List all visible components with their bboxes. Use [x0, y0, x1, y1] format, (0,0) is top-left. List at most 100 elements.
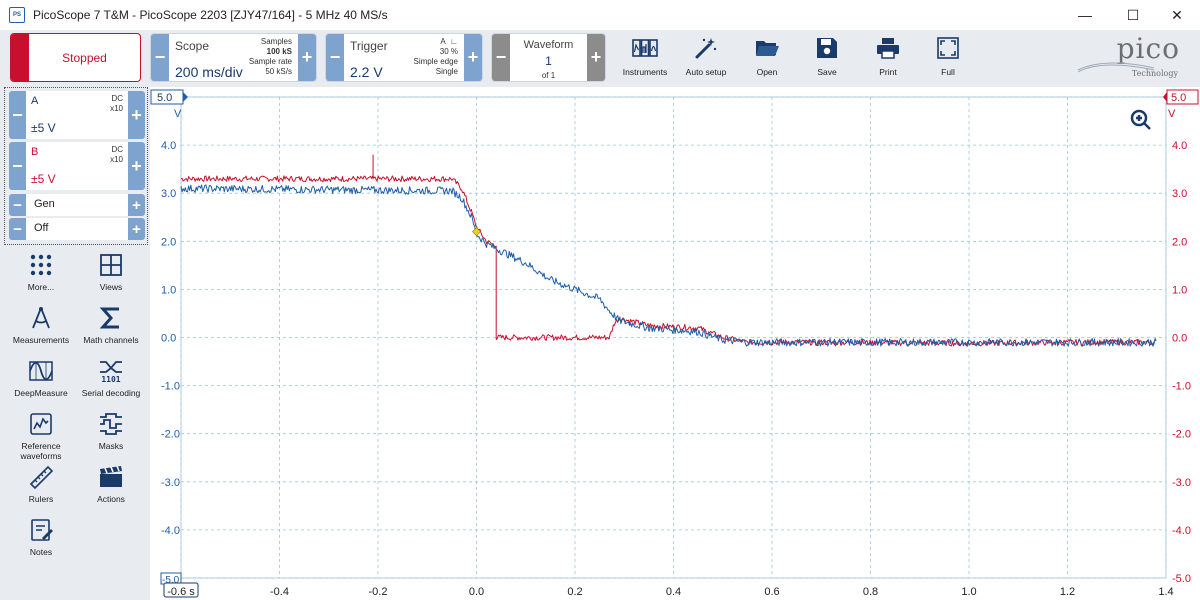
x-axis-tick-label: 0.2 [567, 586, 582, 598]
maximize-icon[interactable]: ☐ [1110, 0, 1156, 30]
generator-decrease-button[interactable]: − [9, 194, 26, 216]
folder-icon [756, 41, 779, 56]
timebase-increase-button[interactable]: + [298, 34, 316, 81]
waveform-label: Waveform [523, 39, 574, 51]
left-axis-tick-label: -3.0 [161, 477, 180, 489]
generator-state[interactable]: Off [34, 222, 48, 234]
waveform-number: 1 [545, 54, 552, 68]
open-label: Open [756, 67, 778, 77]
x-axis-tick-label: 0.4 [666, 586, 681, 598]
waveform-next-button[interactable]: + [587, 34, 605, 81]
generator-label[interactable]: Gen [34, 198, 55, 210]
channel-b-decrease-button[interactable]: − [9, 142, 26, 190]
timebase-value[interactable]: 200 ms/div [175, 64, 243, 80]
right-axis-tick-label: -4.0 [1172, 525, 1191, 537]
channel-b-trace [180, 175, 1157, 347]
toolbar: Stopped − Scope 200 ms/div Samples 100 k… [0, 30, 1200, 87]
channel-b-coupling: DC [111, 145, 123, 154]
left-axis-unit: V [174, 108, 182, 120]
instruments-label: Instruments [622, 67, 668, 77]
run-stop-button[interactable]: Stopped [10, 33, 141, 82]
right-axis-tick-label: 2.0 [1172, 236, 1187, 248]
full-screen-button[interactable]: Full [918, 33, 978, 83]
generator-state-increase-button[interactable]: + [128, 218, 145, 240]
serial-decoding-label: Serial decoding [81, 388, 141, 398]
more-label: More... [27, 282, 55, 292]
deepmeasure-icon [29, 361, 53, 381]
trigger-increase-button[interactable]: + [464, 34, 482, 81]
channel-a-control: − A DC x10 ±5 V + [9, 91, 145, 139]
sample-rate-value: 50 kS/s [265, 67, 292, 76]
sample-rate-label: Sample rate [248, 57, 292, 66]
generator-state-decrease-button[interactable]: − [9, 218, 26, 240]
scope-timebase-control: − Scope 200 ms/div Samples 100 kS Sample… [150, 33, 317, 82]
measurements-button[interactable]: Measurements [6, 305, 76, 357]
channel-a-name[interactable]: A [31, 95, 38, 107]
left-axis-tick-label: 2.0 [161, 236, 176, 248]
actions-button[interactable]: Actions [76, 464, 146, 516]
channel-b-name[interactable]: B [31, 146, 38, 158]
masks-icon [100, 413, 122, 435]
reference-waveforms-button[interactable]: Reference waveforms [6, 411, 76, 463]
trigger-level-value[interactable]: 2.2 V [350, 64, 383, 80]
waveform-count: of 1 [541, 71, 556, 80]
app-logo-icon: PS [9, 7, 25, 23]
measurements-icon [32, 307, 50, 329]
views-button[interactable]: Views [76, 252, 146, 304]
x-axis-tick-label: 1.4 [1158, 586, 1173, 598]
x-axis-tick-label: -0.2 [369, 586, 388, 598]
trigger-decrease-button[interactable]: − [326, 34, 344, 81]
oscilloscope-plot[interactable]: 4.0 3.0 2.0 1.0 0.0 -1.0 -2.0 -3.0 -4.0 4.0 3.0 2.0… [150, 87, 1200, 600]
open-button[interactable]: Open [737, 33, 797, 83]
generator-state-control: − Off + [9, 218, 145, 240]
channel-a-decrease-button[interactable]: − [9, 91, 26, 139]
samples-value[interactable]: 100 kS [267, 47, 292, 56]
save-label: Save [817, 67, 837, 77]
serial-decoding-button[interactable]: 1101 Serial decoding [76, 358, 146, 410]
auto-setup-button[interactable]: Auto setup [676, 33, 736, 83]
channel-a-coupling: DC [111, 94, 123, 103]
trigger-mode[interactable]: Single [414, 67, 458, 77]
math-channels-button[interactable]: Math channels [76, 305, 146, 357]
more-dots-icon [30, 254, 52, 276]
channel-a-probe: x10 [110, 104, 123, 113]
rulers-label: Rulers [28, 494, 54, 504]
notes-icon [31, 519, 53, 541]
more-button[interactable]: More... [6, 252, 76, 304]
samples-label: Samples [260, 37, 292, 46]
minimize-icon[interactable]: — [1062, 0, 1108, 30]
trigger-type[interactable]: Simple edge [414, 57, 458, 67]
left-axis-tick-label: -4.0 [161, 525, 180, 537]
channel-a-increase-button[interactable]: + [128, 91, 145, 139]
generator-control: − Gen + [9, 194, 145, 216]
left-axis-tick-label: -2.0 [161, 429, 180, 441]
masks-button[interactable]: Masks [76, 411, 146, 463]
channel-b-increase-button[interactable]: + [128, 142, 145, 190]
timebase-decrease-button[interactable]: − [151, 34, 169, 81]
generator-increase-button[interactable]: + [128, 194, 145, 216]
channel-b-probe: x10 [110, 155, 123, 164]
rulers-button[interactable]: Rulers [6, 464, 76, 516]
notes-button[interactable]: Notes [6, 517, 76, 569]
right-axis-top-value: 5.0 [1171, 92, 1186, 104]
scope-view[interactable]: 4.0 3.0 2.0 1.0 0.0 -1.0 -2.0 -3.0 -4.0 4.0 3.0 2.0… [150, 87, 1200, 600]
print-button[interactable]: Print [858, 33, 918, 83]
trigger-label: Trigger [350, 39, 388, 53]
notes-label: Notes [29, 547, 53, 557]
waveform-previous-button[interactable]: − [492, 34, 510, 81]
waveform-control: − Waveform 1 of 1 + [491, 33, 606, 82]
channel-b-range[interactable]: ±5 V [31, 172, 56, 186]
deepmeasure-button[interactable]: DeepMeasure [6, 358, 76, 410]
instruments-button[interactable]: Instruments [615, 33, 675, 83]
views-grid-icon [100, 254, 122, 276]
zoom-icon[interactable] [1130, 109, 1151, 130]
sigma-icon [99, 307, 119, 329]
print-label: Print [879, 67, 897, 77]
channel-b-control: − B DC x10 ±5 V + [9, 142, 145, 190]
auto-setup-label: Auto setup [685, 67, 727, 77]
channel-a-range[interactable]: ±5 V [31, 121, 56, 135]
close-icon[interactable]: ✕ [1154, 0, 1200, 30]
right-axis-tick-label: 3.0 [1172, 188, 1187, 200]
save-button[interactable]: Save [797, 33, 857, 83]
pico-technology-logo: pico Technology [1076, 32, 1188, 84]
